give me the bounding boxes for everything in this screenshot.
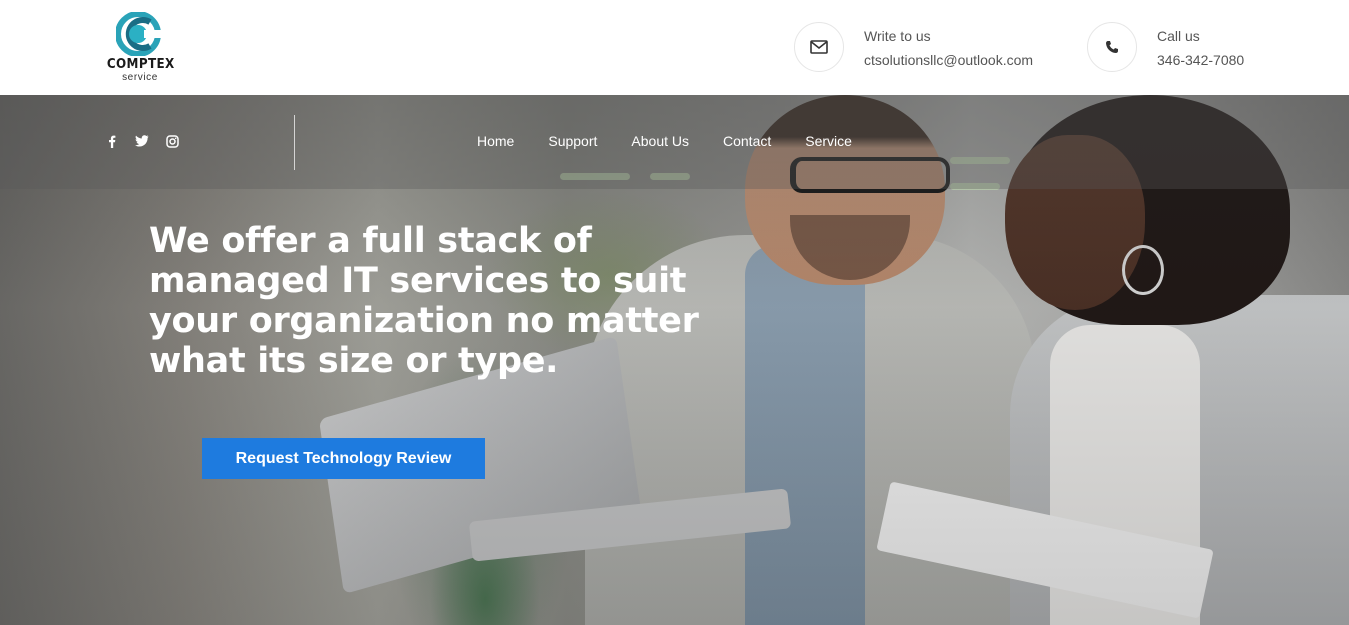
contact-phone: Call us 346-342-7080	[1087, 22, 1287, 72]
nav-about-us[interactable]: About Us	[631, 133, 689, 149]
nav-contact[interactable]: Contact	[723, 133, 771, 149]
contact-email: Write to us ctsolutionsllc@outlook.com	[794, 22, 1054, 72]
email-label: Write to us	[864, 28, 931, 44]
nav-home[interactable]: Home	[477, 133, 514, 149]
social-links	[104, 133, 180, 149]
brand-tagline: service	[122, 72, 158, 83]
phone-number[interactable]: 346-342-7080	[1157, 52, 1244, 68]
nav-support[interactable]: Support	[548, 133, 597, 149]
phone-label: Call us	[1157, 28, 1200, 44]
facebook-icon[interactable]	[104, 133, 120, 149]
envelope-icon	[794, 22, 844, 72]
request-technology-review-button[interactable]: Request Technology Review	[202, 438, 485, 479]
nav-menu: Home Support About Us Contact Service	[477, 133, 852, 149]
brand-name: COMPTEX	[106, 57, 175, 72]
nav-service[interactable]: Service	[805, 133, 852, 149]
brand-logo[interactable]: COMPTEX service	[104, 12, 176, 86]
email-address[interactable]: ctsolutionsllc@outlook.com	[864, 52, 1033, 68]
hero-headline: We offer a full stack of managed IT serv…	[149, 221, 699, 381]
hero-section: Home Support About Us Contact Service We…	[0, 95, 1349, 625]
nav-divider	[294, 115, 295, 170]
instagram-icon[interactable]	[164, 133, 180, 149]
logo-mark-icon	[116, 12, 162, 56]
twitter-icon[interactable]	[134, 133, 150, 149]
top-header: COMPTEX service Write to us ctsolutionsl…	[0, 0, 1349, 95]
main-navbar: Home Support About Us Contact Service	[0, 95, 1349, 189]
phone-icon	[1087, 22, 1137, 72]
